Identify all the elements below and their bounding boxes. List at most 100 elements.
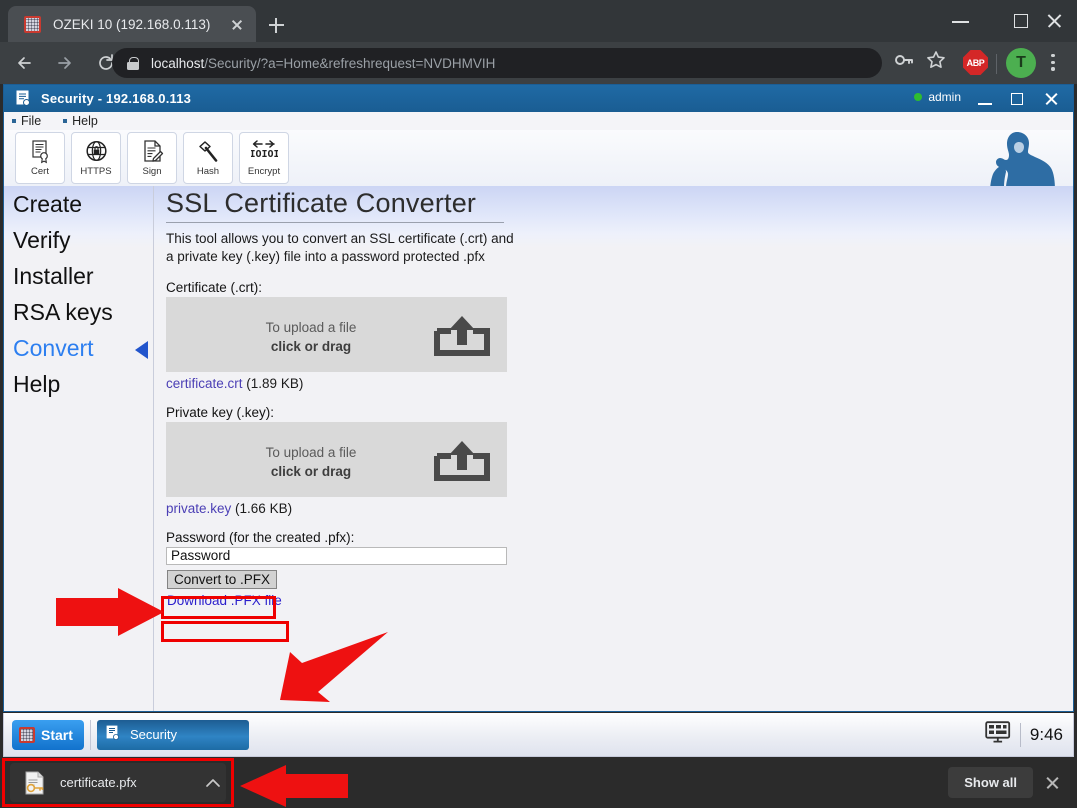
- start-button-label: Start: [41, 727, 73, 743]
- certificate-dropzone[interactable]: To upload a file click or drag: [166, 297, 507, 372]
- sidebar-item-create[interactable]: Create: [4, 186, 153, 222]
- download-pfx-link[interactable]: Download .PFX file: [167, 593, 282, 608]
- browser-close-button[interactable]: [1032, 0, 1077, 42]
- app-minimize-button[interactable]: [969, 85, 1001, 112]
- private-key-file-size: (1.66 KB): [235, 501, 292, 516]
- app-titlebar: Security - 192.168.0.113 admin: [4, 85, 1073, 112]
- toolbar-button-hash[interactable]: Hash: [183, 132, 233, 184]
- bullet-icon: [63, 119, 67, 123]
- address-bar[interactable]: localhost/Security/?a=Home&refreshreques…: [112, 48, 882, 78]
- toolbar-button-sign-label: Sign: [142, 166, 161, 177]
- more-menu-icon[interactable]: [1042, 49, 1064, 77]
- download-item-certificate-pfx[interactable]: certificate.pfx: [10, 763, 226, 802]
- private-key-dropzone-line1: To upload a file: [266, 445, 357, 460]
- private-key-dropzone-text: To upload a file click or drag: [236, 443, 386, 481]
- admin-status: admin: [914, 90, 961, 104]
- download-bar-actions: Show all: [948, 767, 1077, 798]
- sidebar-item-convert-label: Convert: [13, 335, 94, 361]
- menu-item-help-label: Help: [72, 114, 98, 128]
- selection-caret-icon: [135, 341, 148, 359]
- taskbar-clock[interactable]: 9:46: [1030, 725, 1063, 745]
- certificate-file-link[interactable]: certificate.crt: [166, 376, 243, 391]
- sidebar-item-help-label: Help: [13, 371, 60, 397]
- abp-icon[interactable]: ABP: [963, 50, 989, 76]
- certificate-dropzone-line2: click or drag: [271, 339, 351, 354]
- upload-icon: [433, 313, 491, 362]
- app-close-button[interactable]: [1035, 85, 1067, 112]
- convert-to-pfx-button[interactable]: Convert to .PFX: [167, 570, 277, 589]
- status-dot-icon: [914, 93, 922, 101]
- profile-avatar[interactable]: T: [1006, 48, 1036, 78]
- sidebar-item-rsa-keys-label: RSA keys: [13, 299, 113, 325]
- menu-item-file-label: File: [21, 114, 41, 128]
- start-button[interactable]: Start: [12, 720, 84, 750]
- download-bar: certificate.pfx Show all: [0, 757, 1077, 808]
- sidebar-item-installer-label: Installer: [13, 263, 94, 289]
- back-icon[interactable]: [7, 46, 41, 80]
- ozeki-security-window: Security - 192.168.0.113 admin File Help: [3, 84, 1074, 712]
- toolbar-button-https[interactable]: HTTPS: [71, 132, 121, 184]
- sidebar-item-verify[interactable]: Verify: [4, 222, 153, 258]
- abp-badge: ABP: [963, 50, 988, 75]
- private-key-dropzone[interactable]: To upload a file click or drag: [166, 422, 507, 497]
- private-key-file-line: private.key (1.66 KB): [166, 501, 1073, 516]
- certificate-file-line: certificate.crt (1.89 KB): [166, 376, 1073, 391]
- key-icon[interactable]: [893, 49, 921, 77]
- upload-icon: [433, 438, 491, 487]
- forward-icon[interactable]: [48, 46, 82, 80]
- svg-text:IOIOI: IOIOI: [251, 149, 278, 160]
- taskbar-divider: [90, 720, 91, 750]
- sidebar-item-help[interactable]: Help: [4, 366, 153, 402]
- menu-item-help[interactable]: Help: [63, 114, 98, 128]
- url-path: /Security/?a=Home&refreshrequest=NVDHMVI…: [204, 56, 495, 71]
- close-download-bar-icon[interactable]: [1037, 768, 1067, 798]
- tab-title: OZEKI 10 (192.168.0.113): [53, 17, 226, 32]
- app-toolbar: Cert HTTPS Sign Hash IOIOI Encrypt: [4, 130, 1073, 186]
- browser-minimize-button[interactable]: [938, 0, 984, 42]
- app-title: Security - 192.168.0.113: [41, 91, 191, 106]
- display-icon[interactable]: [985, 721, 1011, 748]
- password-input[interactable]: Password: [166, 547, 507, 565]
- toolbar-button-cert[interactable]: Cert: [15, 132, 65, 184]
- password-field-label: Password (for the created .pfx):: [166, 530, 1073, 545]
- sidebar-item-convert[interactable]: Convert: [4, 330, 153, 366]
- star-icon[interactable]: [925, 49, 953, 77]
- system-tray: 9:46: [985, 721, 1073, 748]
- toolbar-button-encrypt[interactable]: IOIOI Encrypt: [239, 132, 289, 184]
- sidebar-item-rsa-keys[interactable]: RSA keys: [4, 294, 153, 330]
- toolbar-button-hash-label: Hash: [197, 166, 219, 177]
- certificate-dropzone-text: To upload a file click or drag: [236, 318, 386, 356]
- private-key-dropzone-line2: click or drag: [271, 464, 351, 479]
- sidebar-item-verify-label: Verify: [13, 227, 71, 253]
- close-icon[interactable]: [226, 13, 248, 35]
- certificate-icon: [105, 725, 121, 745]
- private-key-file-link[interactable]: private.key: [166, 501, 231, 516]
- certificate-file-size: (1.89 KB): [246, 376, 303, 391]
- toolbar-button-sign[interactable]: Sign: [127, 132, 177, 184]
- new-tab-button[interactable]: [262, 11, 290, 39]
- show-all-button[interactable]: Show all: [948, 767, 1033, 798]
- admin-label: admin: [928, 90, 961, 104]
- bullet-icon: [12, 119, 16, 123]
- toolbar-divider: [996, 54, 997, 74]
- download-file-name: certificate.pfx: [60, 775, 200, 790]
- toolbar-button-https-label: HTTPS: [80, 166, 111, 177]
- toolbar-button-encrypt-label: Encrypt: [248, 166, 280, 177]
- ozeki-grid-icon: [19, 727, 35, 743]
- os-taskbar: Start Security 9:46: [3, 713, 1074, 757]
- taskbar-item-security[interactable]: Security: [97, 720, 249, 750]
- certificate-icon: [14, 90, 32, 108]
- menu-item-file[interactable]: File: [12, 114, 41, 128]
- url-text: localhost/Security/?a=Home&refreshreques…: [151, 56, 495, 71]
- browser-tabstrip: OZEKI 10 (192.168.0.113): [0, 0, 1077, 42]
- sidebar-item-create-label: Create: [13, 191, 82, 217]
- app-maximize-button[interactable]: [1001, 85, 1033, 112]
- screen: OZEKI 10 (192.168.0.113) localhost/Secur…: [0, 0, 1077, 808]
- browser-tab[interactable]: OZEKI 10 (192.168.0.113): [8, 6, 256, 42]
- app-body: Create Verify Installer RSA keys Convert…: [4, 186, 1073, 711]
- private-key-field-label: Private key (.key):: [166, 405, 1073, 420]
- chevron-up-icon[interactable]: [200, 770, 226, 796]
- tray-divider: [1020, 723, 1021, 747]
- content-panel: SSL Certificate Converter This tool allo…: [155, 186, 1073, 711]
- sidebar-item-installer[interactable]: Installer: [4, 258, 153, 294]
